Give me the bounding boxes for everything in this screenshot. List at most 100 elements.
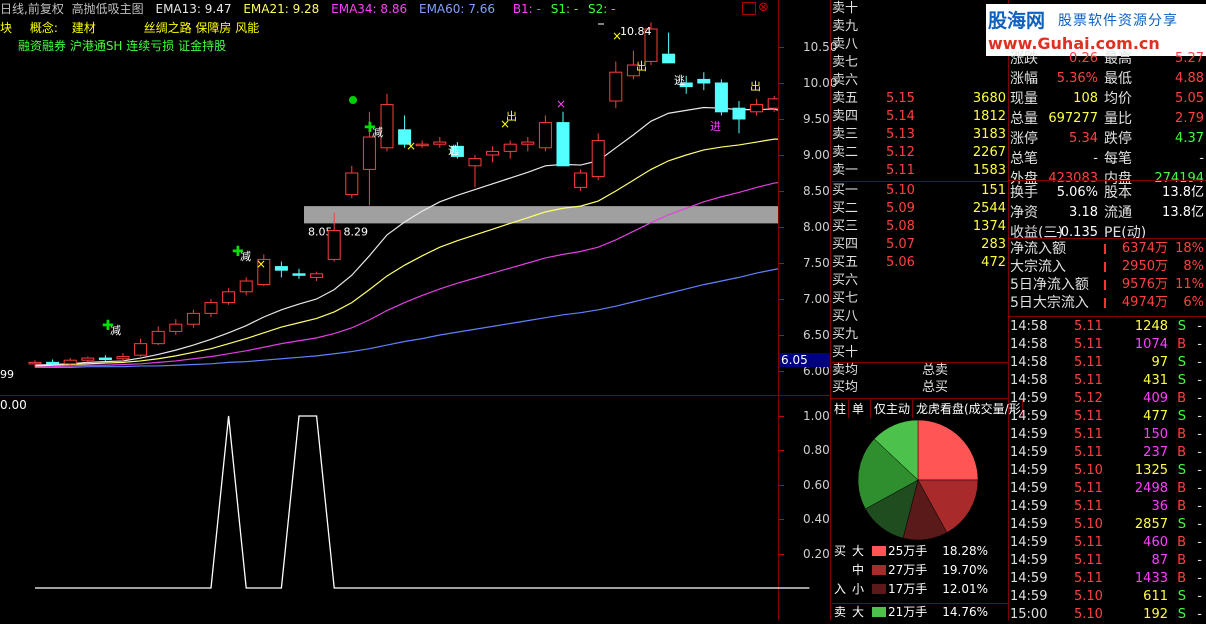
candle[interactable] bbox=[714, 79, 728, 116]
quote-divider bbox=[1008, 180, 1206, 181]
candle[interactable] bbox=[521, 137, 535, 152]
candle[interactable] bbox=[750, 98, 764, 116]
indicator-chart[interactable] bbox=[0, 396, 830, 620]
candle[interactable] bbox=[274, 261, 288, 278]
flow-side: 买 bbox=[834, 544, 847, 558]
sell-level-row[interactable]: 卖九 bbox=[832, 18, 1010, 36]
sell-level-label: 卖一 bbox=[832, 163, 859, 178]
sell-level-row[interactable]: 卖三 5.13 3183 bbox=[832, 126, 1010, 144]
candle[interactable] bbox=[503, 140, 517, 159]
flow-pct: 18.28% bbox=[942, 544, 988, 558]
candle[interactable] bbox=[486, 146, 500, 163]
candle[interactable] bbox=[81, 356, 95, 363]
sell-level-volume: 1812 bbox=[972, 109, 1006, 124]
candle[interactable] bbox=[468, 155, 482, 188]
indicator-axis-label: 1.00 bbox=[803, 409, 830, 423]
buy-level-row[interactable]: 买九 bbox=[832, 326, 1010, 344]
quote-value: 5.34 bbox=[1069, 131, 1098, 146]
quote-value: 5.05 bbox=[1175, 91, 1204, 106]
candle[interactable] bbox=[732, 101, 746, 134]
candle[interactable] bbox=[239, 277, 253, 296]
sell-level-row[interactable]: 卖一 5.11 1583 bbox=[832, 162, 1010, 180]
buy-level-row[interactable]: 买五 5.06 472 bbox=[832, 254, 1010, 272]
sell-level-label: 卖七 bbox=[832, 55, 859, 70]
candle[interactable] bbox=[415, 140, 429, 148]
candle[interactable] bbox=[662, 32, 676, 64]
quote-label: 流通 bbox=[1104, 205, 1132, 221]
candle[interactable] bbox=[609, 61, 623, 109]
candle[interactable] bbox=[556, 111, 570, 167]
buy-level-label: 买一 bbox=[832, 183, 859, 198]
candle[interactable] bbox=[380, 93, 394, 152]
sell-level-row[interactable]: 卖七 bbox=[832, 54, 1010, 72]
tick-row: 14:59 5.11 36 B - bbox=[1010, 498, 1206, 516]
candle[interactable] bbox=[574, 169, 588, 191]
buy-level-label: 买三 bbox=[832, 219, 859, 234]
axis-tick bbox=[779, 299, 784, 300]
sell-level-row[interactable]: 卖二 5.12 2267 bbox=[832, 144, 1010, 162]
tick-time: 14:59 bbox=[1010, 481, 1048, 496]
tick-volume: 409 bbox=[1143, 391, 1168, 406]
tick-time: 15:00 bbox=[1010, 607, 1048, 622]
candle[interactable] bbox=[134, 338, 148, 357]
sell-level-row[interactable]: 卖八 bbox=[832, 36, 1010, 54]
tick-volume: 1433 bbox=[1134, 571, 1168, 586]
buy-level-row[interactable]: 买四 5.07 283 bbox=[832, 236, 1010, 254]
fund-flow-row: 5日净流入额 9576万 11% bbox=[1010, 276, 1206, 294]
tick-side: S bbox=[1177, 373, 1186, 388]
tick-time: 14:59 bbox=[1010, 553, 1048, 568]
sell-level-row[interactable]: 卖四 5.14 1812 bbox=[832, 108, 1010, 126]
flow-pct: 19.70% bbox=[942, 563, 988, 577]
indicator-axis-label: 0.40 bbox=[803, 512, 830, 527]
candle[interactable] bbox=[697, 72, 711, 91]
candle[interactable] bbox=[186, 309, 200, 328]
buy-level-row[interactable]: 买七 bbox=[832, 290, 1010, 308]
candle[interactable] bbox=[538, 115, 552, 152]
sell-level-row[interactable]: 卖十 bbox=[832, 0, 1010, 18]
candle[interactable] bbox=[345, 165, 359, 199]
tick-row: 14:59 5.11 460 B - bbox=[1010, 534, 1206, 552]
tick-price: 5.11 bbox=[1074, 373, 1103, 388]
candle[interactable] bbox=[98, 355, 112, 361]
quote-value: 13.8亿 bbox=[1162, 205, 1204, 220]
buy-level-volume: 151 bbox=[981, 183, 1006, 198]
quote-value: 4.37 bbox=[1175, 131, 1204, 146]
tick-side: B bbox=[1177, 535, 1186, 550]
flow-tab[interactable]: 柱 bbox=[832, 400, 849, 418]
quote-value: 108 bbox=[1073, 91, 1098, 106]
flow-side: 入 bbox=[834, 582, 847, 596]
sell-level-row[interactable]: 卖五 5.15 3680 bbox=[832, 90, 1010, 108]
quote-label: 换手 bbox=[1010, 185, 1038, 201]
candle[interactable] bbox=[310, 271, 324, 281]
quote-value: 5.36% bbox=[1056, 71, 1098, 86]
tick-volume: 2498 bbox=[1134, 481, 1168, 496]
buy-level-row[interactable]: 买二 5.09 2544 bbox=[832, 200, 1010, 218]
buy-level-row[interactable]: 买一 5.10 151 bbox=[832, 182, 1010, 200]
candle[interactable] bbox=[433, 137, 447, 148]
buy-level-row[interactable]: 买三 5.08 1374 bbox=[832, 218, 1010, 236]
tick-dash: - bbox=[1197, 319, 1202, 334]
flow-pct: 11% bbox=[1175, 277, 1204, 292]
candle[interactable] bbox=[169, 319, 183, 335]
candle[interactable] bbox=[292, 268, 306, 279]
buy-level-row[interactable]: 买十 bbox=[832, 344, 1010, 362]
quote-label: 现量 bbox=[1010, 91, 1038, 107]
candlestick-chart[interactable]: 8.05 - 8.29减减减逃逃出出出进×××××✚✚✚10.8499 bbox=[0, 0, 778, 395]
tick-row: 14:59 5.10 2857 S - bbox=[1010, 516, 1206, 534]
quote-row: 涨跌 0.26 最高 5.27 bbox=[1010, 50, 1206, 68]
tick-row: 14:58 5.11 431 S - bbox=[1010, 372, 1206, 390]
signal-dot bbox=[349, 96, 357, 104]
buy-level-row[interactable]: 买六 bbox=[832, 272, 1010, 290]
sell-marker: 出 bbox=[750, 79, 761, 93]
candle[interactable] bbox=[204, 299, 218, 317]
sell-level-price: 5.13 bbox=[886, 127, 915, 142]
sell-level-row[interactable]: 卖六 bbox=[832, 72, 1010, 90]
buy-level-label: 买五 bbox=[832, 255, 859, 270]
candle[interactable] bbox=[151, 326, 165, 346]
buy-level-row[interactable]: 买八 bbox=[832, 308, 1010, 326]
candle[interactable] bbox=[222, 288, 236, 305]
tick-time: 14:59 bbox=[1010, 589, 1048, 604]
candle[interactable] bbox=[591, 133, 605, 181]
sell-level-volume: 3183 bbox=[972, 127, 1006, 142]
buy-level-price: 5.09 bbox=[886, 201, 915, 216]
